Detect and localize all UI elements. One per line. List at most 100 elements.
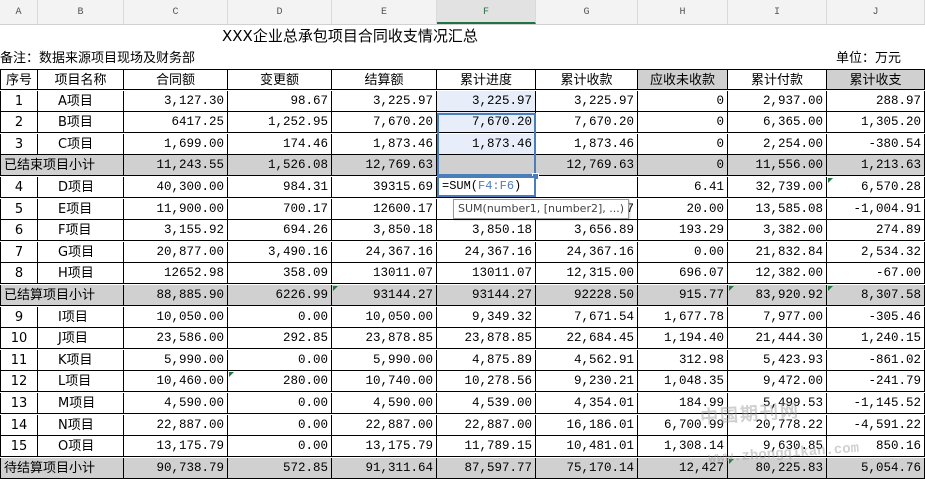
table-cell[interactable]: 3,382.00 bbox=[728, 220, 827, 242]
table-cell[interactable]: 7,977.00 bbox=[728, 306, 827, 328]
table-cell[interactable]: 6226.99 bbox=[228, 285, 332, 306]
table-cell[interactable]: 274.89 bbox=[827, 220, 925, 242]
table-cell[interactable]: 700.17 bbox=[228, 198, 332, 220]
column-heading[interactable]: 结算额 bbox=[332, 69, 437, 90]
function-tooltip[interactable]: SUM(number1, [number2], ...) bbox=[453, 199, 630, 219]
table-cell[interactable]: 312.98 bbox=[638, 349, 728, 371]
column-header-a[interactable]: A bbox=[0, 0, 38, 24]
column-heading[interactable]: 变更额 bbox=[228, 69, 332, 90]
table-cell[interactable]: 11,556.00 bbox=[728, 155, 827, 177]
table-cell[interactable]: I项目 bbox=[38, 306, 124, 328]
table-cell[interactable]: 11,900.00 bbox=[124, 198, 228, 220]
table-cell[interactable]: 1,252.95 bbox=[228, 112, 332, 134]
table-cell[interactable]: 13 bbox=[0, 393, 38, 414]
table-cell[interactable]: 7,670.20 bbox=[437, 112, 536, 134]
table-cell[interactable]: 2 bbox=[0, 112, 38, 134]
table-cell[interactable]: 915.77 bbox=[638, 285, 728, 306]
table-cell[interactable]: 22,887.00 bbox=[332, 414, 437, 436]
column-heading[interactable]: 应收未收款 bbox=[638, 69, 728, 90]
table-cell[interactable]: 40,300.00 bbox=[124, 177, 228, 198]
table-cell[interactable]: K项目 bbox=[38, 349, 124, 371]
sheet-title[interactable]: XXX企业总承包项目合同收支情况汇总 bbox=[222, 24, 478, 48]
table-cell[interactable]: 2,937.00 bbox=[728, 90, 827, 112]
table-cell[interactable]: 4,354.01 bbox=[536, 393, 638, 414]
table-cell[interactable]: 694.26 bbox=[228, 220, 332, 242]
table-cell[interactable]: 5,990.00 bbox=[124, 349, 228, 371]
table-cell[interactable]: 1,240.15 bbox=[827, 328, 925, 350]
table-cell[interactable]: 3,225.97 bbox=[437, 90, 536, 112]
table-cell[interactable]: -861.02 bbox=[827, 349, 925, 371]
table-cell[interactable]: 93144.27 bbox=[332, 285, 437, 306]
table-cell[interactable]: O项目 bbox=[38, 436, 124, 458]
table-cell[interactable]: 12,382.00 bbox=[728, 263, 827, 285]
table-cell[interactable]: 13,175.79 bbox=[124, 436, 228, 458]
column-heading[interactable]: 项目名称 bbox=[38, 69, 124, 90]
table-cell[interactable]: 1,048.35 bbox=[638, 371, 728, 393]
table-cell[interactable]: 9,349.32 bbox=[437, 306, 536, 328]
table-cell[interactable]: 0.00 bbox=[228, 349, 332, 371]
table-cell[interactable]: 2,534.32 bbox=[827, 241, 925, 263]
table-cell[interactable]: -1,145.52 bbox=[827, 393, 925, 414]
table-cell[interactable]: 21,832.84 bbox=[728, 241, 827, 263]
table-cell[interactable]: 4,562.91 bbox=[536, 349, 638, 371]
table-cell[interactable]: 10,460.00 bbox=[124, 371, 228, 393]
table-cell[interactable]: 11,243.55 bbox=[124, 155, 228, 177]
table-cell[interactable]: 14 bbox=[0, 414, 38, 436]
column-heading[interactable]: 累计进度 bbox=[437, 69, 536, 90]
table-cell[interactable]: 88,885.90 bbox=[124, 285, 228, 306]
table-cell[interactable]: 280.00 bbox=[228, 371, 332, 393]
table-cell[interactable]: 87,597.77 bbox=[437, 457, 536, 479]
table-cell[interactable]: 24,367.16 bbox=[332, 241, 437, 263]
table-cell[interactable]: 6,365.00 bbox=[728, 112, 827, 134]
table-cell[interactable]: 4,539.00 bbox=[437, 393, 536, 414]
table-cell[interactable]: 984.31 bbox=[228, 177, 332, 198]
column-header-c[interactable]: C bbox=[124, 0, 228, 24]
table-cell[interactable]: 5,423.93 bbox=[728, 349, 827, 371]
column-header-b[interactable]: B bbox=[38, 0, 124, 24]
table-cell[interactable]: 24,367.16 bbox=[437, 241, 536, 263]
table-cell[interactable]: 39315.69 bbox=[332, 177, 437, 198]
table-cell[interactable]: 22,887.00 bbox=[124, 414, 228, 436]
table-cell[interactable]: 1,526.08 bbox=[228, 155, 332, 177]
table-cell[interactable]: E项目 bbox=[38, 198, 124, 220]
table-cell[interactable]: 5 bbox=[0, 198, 38, 220]
table-cell[interactable]: 292.85 bbox=[228, 328, 332, 350]
table-cell[interactable]: -4,591.22 bbox=[827, 414, 925, 436]
table-cell[interactable]: 22,887.00 bbox=[437, 414, 536, 436]
table-cell[interactable]: A项目 bbox=[38, 90, 124, 112]
table-cell[interactable]: 12,315.00 bbox=[536, 263, 638, 285]
table-cell[interactable]: 91,311.64 bbox=[332, 457, 437, 479]
column-heading[interactable]: 累计付款 bbox=[728, 69, 827, 90]
table-cell[interactable]: J项目 bbox=[38, 328, 124, 350]
table-cell[interactable]: 6 bbox=[0, 220, 38, 242]
table-cell[interactable]: 22,684.45 bbox=[536, 328, 638, 350]
table-cell[interactable]: 3,225.97 bbox=[536, 90, 638, 112]
column-heading[interactable]: 合同额 bbox=[124, 69, 228, 90]
table-cell[interactable]: 0.00 bbox=[228, 436, 332, 458]
table-cell[interactable]: 10,481.01 bbox=[536, 436, 638, 458]
table-cell[interactable]: 1 bbox=[0, 90, 38, 112]
table-cell[interactable]: 24,367.16 bbox=[536, 241, 638, 263]
table-cell[interactable]: 193.29 bbox=[638, 220, 728, 242]
table-cell[interactable]: 3,155.92 bbox=[124, 220, 228, 242]
table-cell[interactable]: 1,699.00 bbox=[124, 133, 228, 155]
table-cell[interactable]: 23,586.00 bbox=[124, 328, 228, 350]
table-cell[interactable]: 7,670.20 bbox=[332, 112, 437, 134]
table-cell[interactable]: 75,170.14 bbox=[536, 457, 638, 479]
column-heading[interactable]: 序号 bbox=[0, 69, 38, 90]
table-cell[interactable]: 1,213.63 bbox=[827, 155, 925, 177]
table-cell[interactable]: 10,740.00 bbox=[332, 371, 437, 393]
table-cell[interactable]: 1,873.46 bbox=[332, 133, 437, 155]
table-cell[interactable]: 8,307.58 bbox=[827, 285, 925, 306]
table-cell[interactable]: 572.85 bbox=[228, 457, 332, 479]
table-cell[interactable]: 16,186.01 bbox=[536, 414, 638, 436]
table-cell[interactable]: 32,739.00 bbox=[728, 177, 827, 198]
table-cell[interactable]: 21,444.30 bbox=[728, 328, 827, 350]
table-cell[interactable]: 3,656.89 bbox=[536, 220, 638, 242]
table-cell[interactable]: -67.00 bbox=[827, 263, 925, 285]
table-cell[interactable]: 288.97 bbox=[827, 90, 925, 112]
table-cell[interactable]: 11 bbox=[0, 349, 38, 371]
table-cell[interactable]: -1,004.91 bbox=[827, 198, 925, 220]
table-cell[interactable]: 3,850.18 bbox=[332, 220, 437, 242]
table-cell[interactable]: 12,769.63 bbox=[536, 155, 638, 177]
